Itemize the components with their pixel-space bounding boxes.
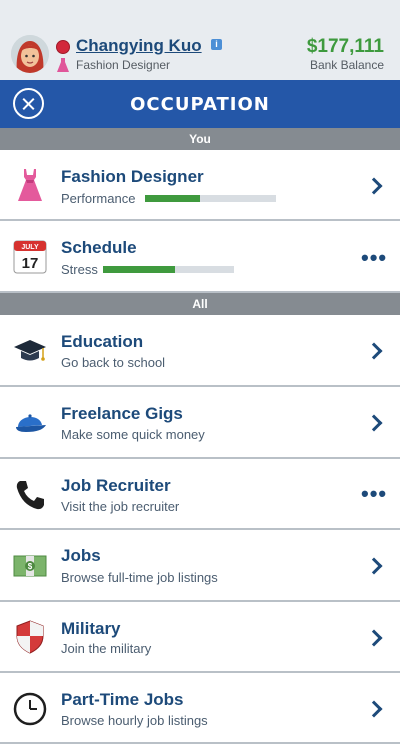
row-education[interactable]: Education Go back to school — [0, 315, 400, 387]
row-title: Schedule — [61, 238, 137, 257]
row-title: Jobs — [61, 546, 101, 565]
chevron-right-icon — [365, 629, 383, 647]
row-subtitle: Make some quick money — [61, 427, 205, 442]
dress-icon — [57, 58, 69, 72]
shield-icon — [12, 619, 48, 655]
row-military[interactable]: Military Join the military — [0, 602, 400, 673]
baseball-cap-icon — [12, 405, 48, 441]
row-subtitle: Visit the job recruiter — [61, 499, 180, 514]
player-job: Fashion Designer — [76, 58, 171, 72]
row-subtitle: Performance — [61, 191, 136, 206]
bank-balance-label: Bank Balance — [309, 58, 384, 72]
avatar[interactable] — [11, 35, 49, 73]
svg-text:$: $ — [28, 562, 33, 571]
row-subtitle: Go back to school — [61, 355, 166, 370]
row-subtitle: Stress — [61, 262, 98, 277]
title-bar: OCCUPATION — [0, 80, 400, 128]
clock-icon — [12, 691, 48, 727]
status-indicator — [56, 40, 70, 54]
row-fashion-designer[interactable]: Fashion Designer Performance — [0, 150, 400, 221]
section-header-all: All — [0, 293, 400, 315]
phone-icon — [12, 477, 48, 513]
row-title: Job Recruiter — [61, 476, 171, 495]
row-schedule[interactable]: JULY 17 Schedule Stress ••• — [0, 221, 400, 293]
money-icon: $ — [12, 548, 48, 584]
player-name[interactable]: Changying Kuo — [76, 36, 202, 56]
row-jobs[interactable]: $ Jobs Browse full-time job listings — [0, 530, 400, 602]
calendar-icon: JULY 17 — [12, 239, 48, 275]
bank-balance-amount: $177,111 — [306, 36, 384, 57]
more-icon: ••• — [361, 481, 388, 506]
row-title: Part-Time Jobs — [61, 690, 184, 709]
row-title: Education — [61, 332, 144, 351]
row-subtitle: Join the military — [61, 641, 152, 656]
chevron-right-icon — [365, 342, 383, 360]
calendar-month: JULY — [21, 244, 39, 251]
row-part-time-jobs[interactable]: Part-Time Jobs Browse hourly job listing… — [0, 673, 400, 744]
row-subtitle: Browse hourly job listings — [61, 713, 208, 728]
row-title: Freelance Gigs — [61, 404, 183, 423]
stress-bar — [103, 266, 234, 273]
chevron-right-icon — [365, 177, 383, 195]
row-freelance-gigs[interactable]: Freelance Gigs Make some quick money — [0, 387, 400, 459]
calendar-day: 17 — [22, 255, 39, 272]
row-subtitle: Browse full-time job listings — [61, 570, 218, 585]
more-icon: ••• — [361, 245, 388, 270]
row-title: Military — [61, 619, 121, 638]
performance-bar — [145, 195, 276, 202]
chevron-right-icon — [365, 700, 383, 718]
page-title: OCCUPATION — [130, 94, 270, 115]
chevron-right-icon — [365, 414, 383, 432]
graduation-cap-icon — [12, 333, 48, 369]
row-job-recruiter[interactable]: Job Recruiter Visit the job recruiter ••… — [0, 459, 400, 530]
chevron-right-icon — [365, 557, 383, 575]
row-title: Fashion Designer — [61, 167, 204, 186]
info-icon[interactable]: i — [211, 39, 222, 50]
dress-icon — [12, 167, 48, 203]
profile-header: Changying Kuo i Fashion Designer $177,11… — [0, 0, 400, 80]
section-header-you: You — [0, 128, 400, 150]
